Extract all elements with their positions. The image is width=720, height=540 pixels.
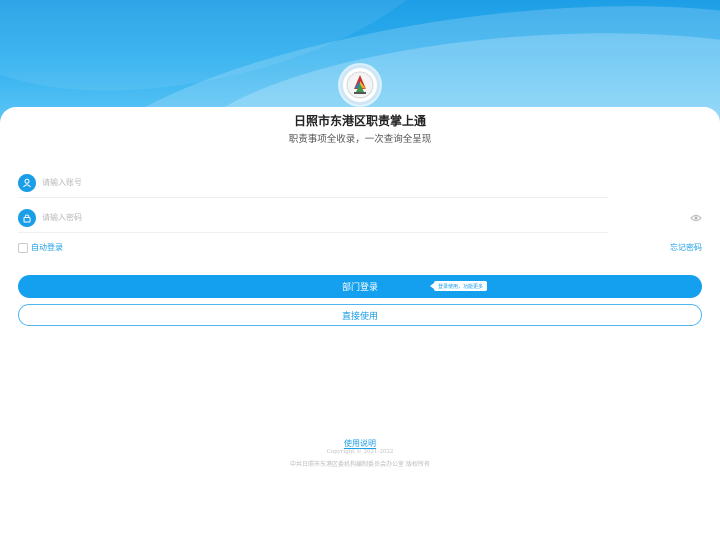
help-link[interactable]: 使用说明 <box>344 439 376 449</box>
direct-use-button[interactable]: 直接使用 <box>18 304 702 326</box>
help-link-row: 使用说明 <box>0 438 720 449</box>
auto-login-label[interactable]: 自动登录 <box>31 242 63 253</box>
password-input[interactable] <box>42 213 562 222</box>
app-title: 日照市东港区职责掌上通 <box>293 114 426 128</box>
username-field-row <box>18 168 608 198</box>
eye-icon[interactable] <box>690 213 702 223</box>
password-field-row <box>18 203 608 233</box>
username-input[interactable] <box>42 178 562 187</box>
organization-text: 中共日照市东港区委机构编制委员会办公室 版权所有 <box>290 461 430 468</box>
auto-login-checkbox[interactable] <box>18 242 28 253</box>
emblem-logo <box>340 65 380 105</box>
app-subtitle: 职责事项全收录，一次查询全呈现 <box>288 134 432 145</box>
copyright-text: Copyright © 2021-2022 <box>326 449 394 455</box>
lock-icon <box>18 208 36 227</box>
emblem-icon <box>346 71 374 99</box>
forgot-password-link[interactable]: 忘记密码 <box>670 242 702 253</box>
auto-login-option[interactable]: 自动登录 <box>18 242 63 253</box>
login-tip-badge: 登录使用，功能更多 <box>429 281 488 291</box>
user-icon <box>18 173 36 192</box>
department-login-button[interactable]: 部门登录 <box>18 275 702 298</box>
